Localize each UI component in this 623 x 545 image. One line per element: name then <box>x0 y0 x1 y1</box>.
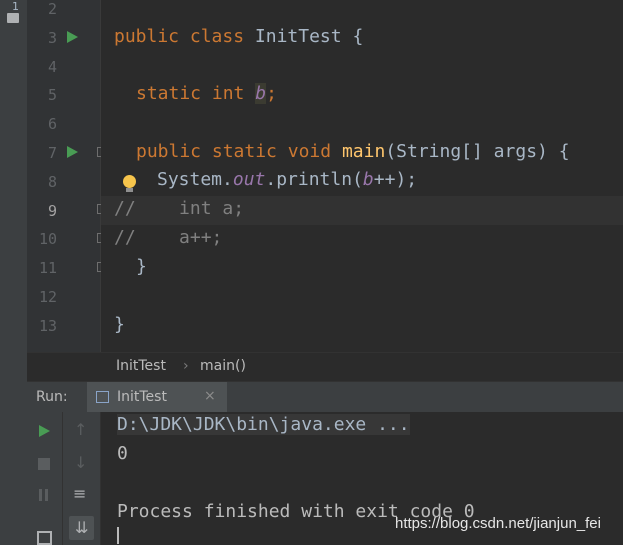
brace: { <box>352 26 364 47</box>
line-number: 11 <box>38 259 57 278</box>
console-cursor <box>117 527 119 544</box>
keyword: void <box>287 141 332 162</box>
method-name: main <box>341 141 386 162</box>
line-number: 10 <box>38 230 57 249</box>
line-number: 13 <box>38 316 57 335</box>
intention-bulb-icon[interactable] <box>123 175 136 192</box>
breadcrumb-separator: › <box>183 358 189 374</box>
arrow-up-icon[interactable]: ↑ <box>74 420 87 439</box>
breadcrumb: InitTest › main() <box>27 352 623 381</box>
close-tab-icon[interactable]: × <box>204 388 216 404</box>
system-ref: System. <box>157 169 233 190</box>
console-tab-icon <box>96 391 109 403</box>
stop-icon[interactable] <box>38 458 50 470</box>
run-label: Run: <box>36 389 68 405</box>
comment-marker: // <box>114 227 136 248</box>
scroll-to-end-button[interactable]: ⇊ <box>69 516 94 540</box>
suffix: ++); <box>373 169 418 190</box>
run-class-icon[interactable] <box>67 31 78 43</box>
run-tab-label: InitTest <box>117 389 167 405</box>
code-line-9: // int a; <box>114 198 244 219</box>
run-toolbar-primary <box>27 412 63 545</box>
left-tool-strip: 1 <box>0 0 28 545</box>
brace: } <box>114 314 125 335</box>
brace: } <box>136 256 147 277</box>
keyword: public <box>114 26 180 47</box>
line-number: 8 <box>47 172 57 191</box>
code-line-13: } <box>114 314 125 335</box>
params: (String[] args) { <box>385 141 570 162</box>
keyword: static <box>211 141 277 162</box>
keyword: int <box>211 83 245 104</box>
code-line-8: System.out.println(b++); <box>157 169 417 190</box>
semicolon: ; <box>266 83 277 104</box>
run-tool-window-header: Run: InitTest × <box>27 381 623 414</box>
arrow-down-icon[interactable]: ↓ <box>74 453 87 472</box>
keyword: public <box>136 141 202 162</box>
static-field: out <box>232 169 266 190</box>
line-number: 3 <box>47 28 57 47</box>
code-line-7: public static void main(String[] args) { <box>136 141 570 162</box>
call: .println( <box>265 169 363 190</box>
breadcrumb-class[interactable]: InitTest <box>116 358 166 374</box>
console-output-value: 0 <box>117 443 128 464</box>
run-main-icon[interactable] <box>67 146 78 158</box>
comment-marker: // <box>114 198 136 219</box>
layout-icon[interactable] <box>37 531 52 545</box>
line-number: 12 <box>38 288 57 306</box>
code-line-3: public class InitTest { <box>114 26 363 47</box>
rerun-icon[interactable] <box>39 425 50 437</box>
line-number: 2 <box>47 0 57 18</box>
comment-text: a++; <box>135 227 223 248</box>
project-tab-number[interactable]: 1 <box>12 0 19 13</box>
code-line-10: // a++; <box>114 227 222 248</box>
code-line-5: static int b; <box>136 83 277 104</box>
static-field: b <box>255 83 267 104</box>
class-name: InitTest <box>254 26 342 47</box>
breadcrumb-method[interactable]: main() <box>200 358 246 374</box>
line-number: 5 <box>47 86 57 105</box>
pause-icon-bar-left[interactable] <box>39 489 42 501</box>
line-number: 9 <box>47 201 57 220</box>
folder-icon[interactable] <box>7 13 19 23</box>
static-field: b <box>362 169 374 190</box>
line-number: 4 <box>47 57 57 76</box>
soft-wrap-icon[interactable]: ≡ <box>73 484 86 503</box>
run-toolbar-secondary: ↑ ↓ ≡ ⇊ <box>63 412 101 545</box>
comment-text: int a; <box>135 198 245 219</box>
console-command-line: D:\JDK\JDK\bin\java.exe ... <box>117 414 410 435</box>
keyword: class <box>189 26 245 47</box>
run-tab-inittest[interactable]: InitTest × <box>87 382 227 413</box>
keyword: static <box>136 83 202 104</box>
watermark: https://blog.csdn.net/jianjun_fei <box>395 515 601 532</box>
line-number: 6 <box>47 115 57 134</box>
pause-icon-bar-right[interactable] <box>45 489 48 501</box>
scroll-to-end-icon: ⇊ <box>75 518 89 537</box>
code-line-11: } <box>136 256 147 277</box>
line-number: 7 <box>47 144 57 162</box>
